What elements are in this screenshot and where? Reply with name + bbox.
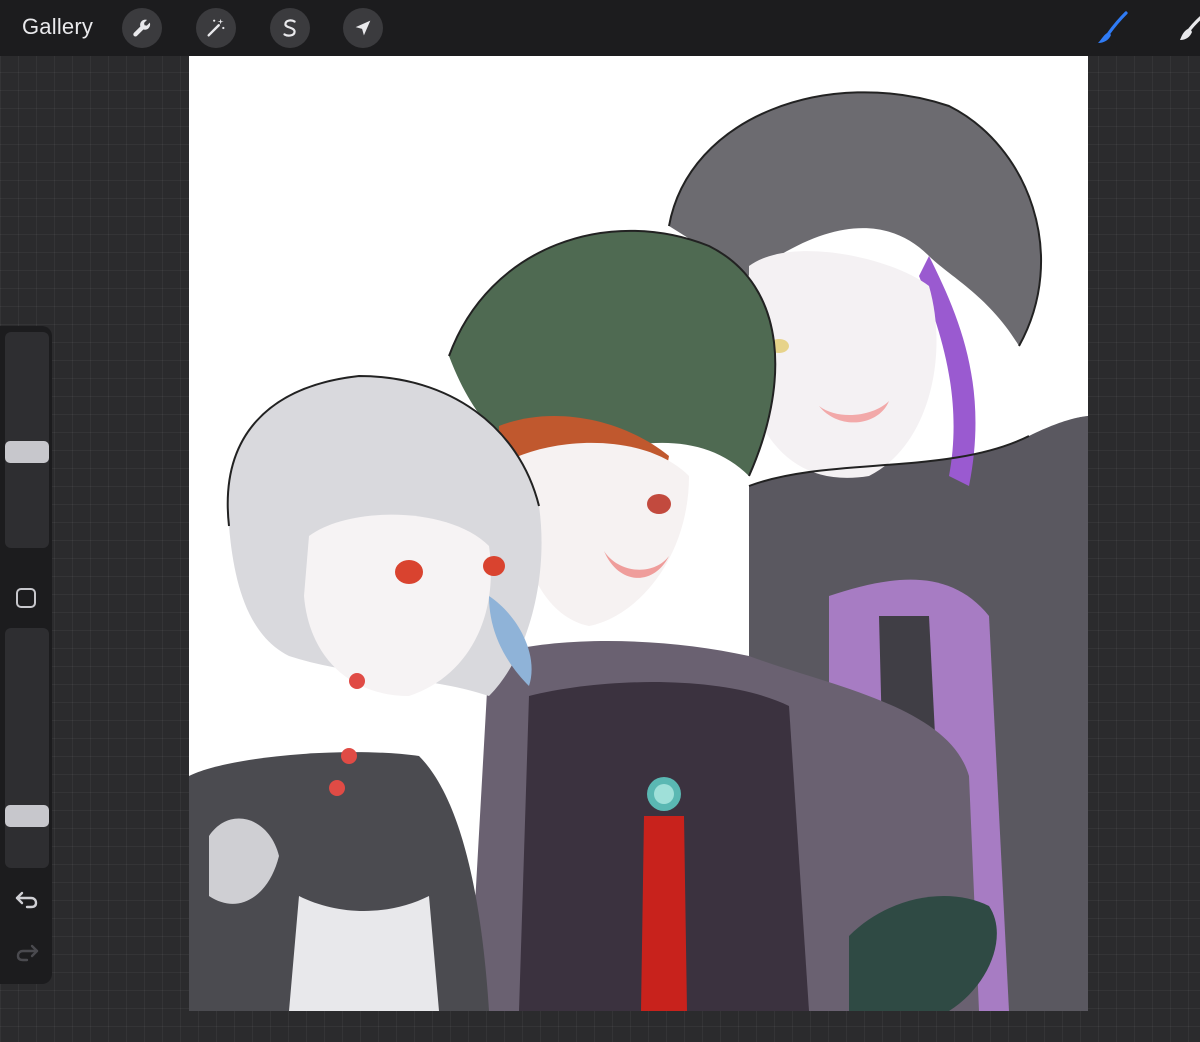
left-sidebar [0,326,52,984]
opacity-slider-thumb[interactable] [5,804,49,827]
wrench-icon [133,19,151,37]
canvas-artwork [189,91,1088,1011]
magic-wand-icon [207,18,225,37]
top-toolbar: Gallery [0,0,1200,56]
redo-icon[interactable] [13,939,41,967]
transform-button[interactable] [343,8,383,48]
modify-button[interactable] [16,588,36,608]
adjustments-button[interactable] [196,8,236,48]
drawing-canvas[interactable] [189,56,1088,1011]
selection-s-icon [283,19,296,37]
selection-button[interactable] [270,8,310,48]
gallery-button[interactable]: Gallery [22,14,93,40]
arrow-cursor-icon [355,20,371,36]
smudge-icon[interactable] [1178,10,1200,48]
undo-icon[interactable] [13,886,41,914]
opacity-slider[interactable] [5,628,49,868]
actions-button[interactable] [122,8,162,48]
brush-icon[interactable] [1092,10,1132,48]
brush-size-slider-thumb[interactable] [5,440,49,463]
